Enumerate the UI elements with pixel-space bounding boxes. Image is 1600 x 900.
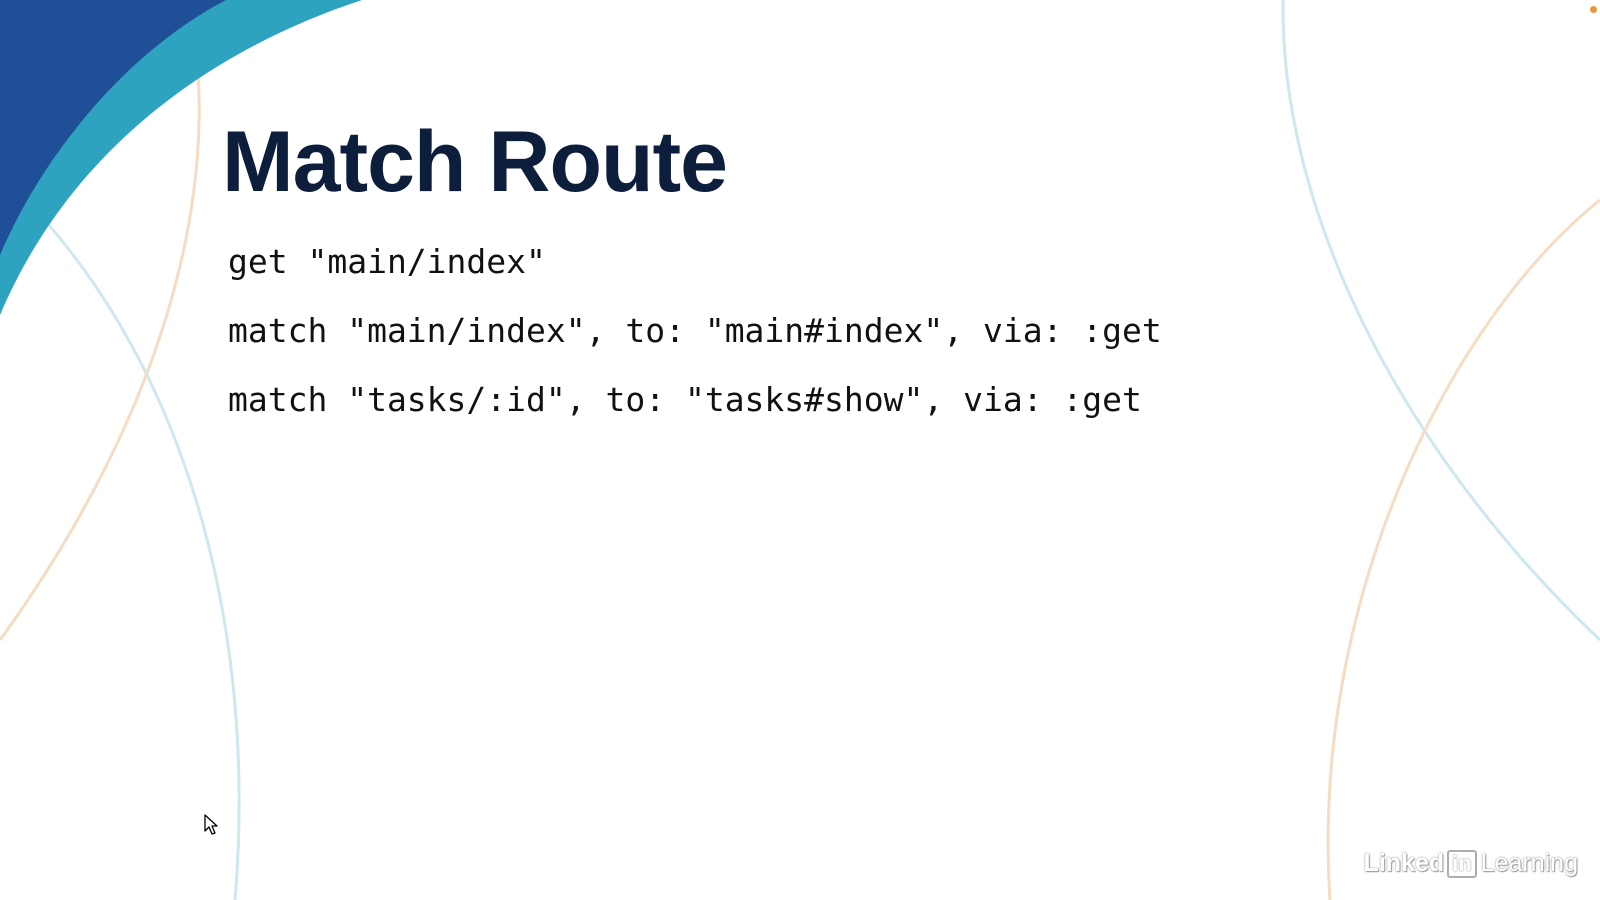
watermark-in-logo: in: [1447, 849, 1477, 878]
slide: Match Route get "main/index" match "main…: [0, 0, 1600, 900]
code-block: get "main/index" match "main/index", to:…: [228, 240, 1162, 447]
corner-dot: [1590, 6, 1597, 13]
slide-title: Match Route: [222, 114, 728, 210]
linkedin-learning-watermark: Linked in Learning: [1364, 849, 1578, 878]
watermark-brand-left: Linked: [1363, 849, 1445, 877]
arc-orange-right: [1326, 198, 1600, 900]
arc-teal-left: [0, 173, 241, 900]
code-line-get: get "main/index": [228, 242, 546, 281]
watermark-brand-right: Learning: [1480, 849, 1578, 877]
code-line-match-tasks: match "tasks/:id", to: "tasks#show", via…: [228, 380, 1142, 419]
code-line-match-main: match "main/index", to: "main#index", vi…: [228, 311, 1162, 350]
arc-teal-right: [1281, 0, 1600, 642]
mouse-pointer-icon: [204, 814, 218, 835]
